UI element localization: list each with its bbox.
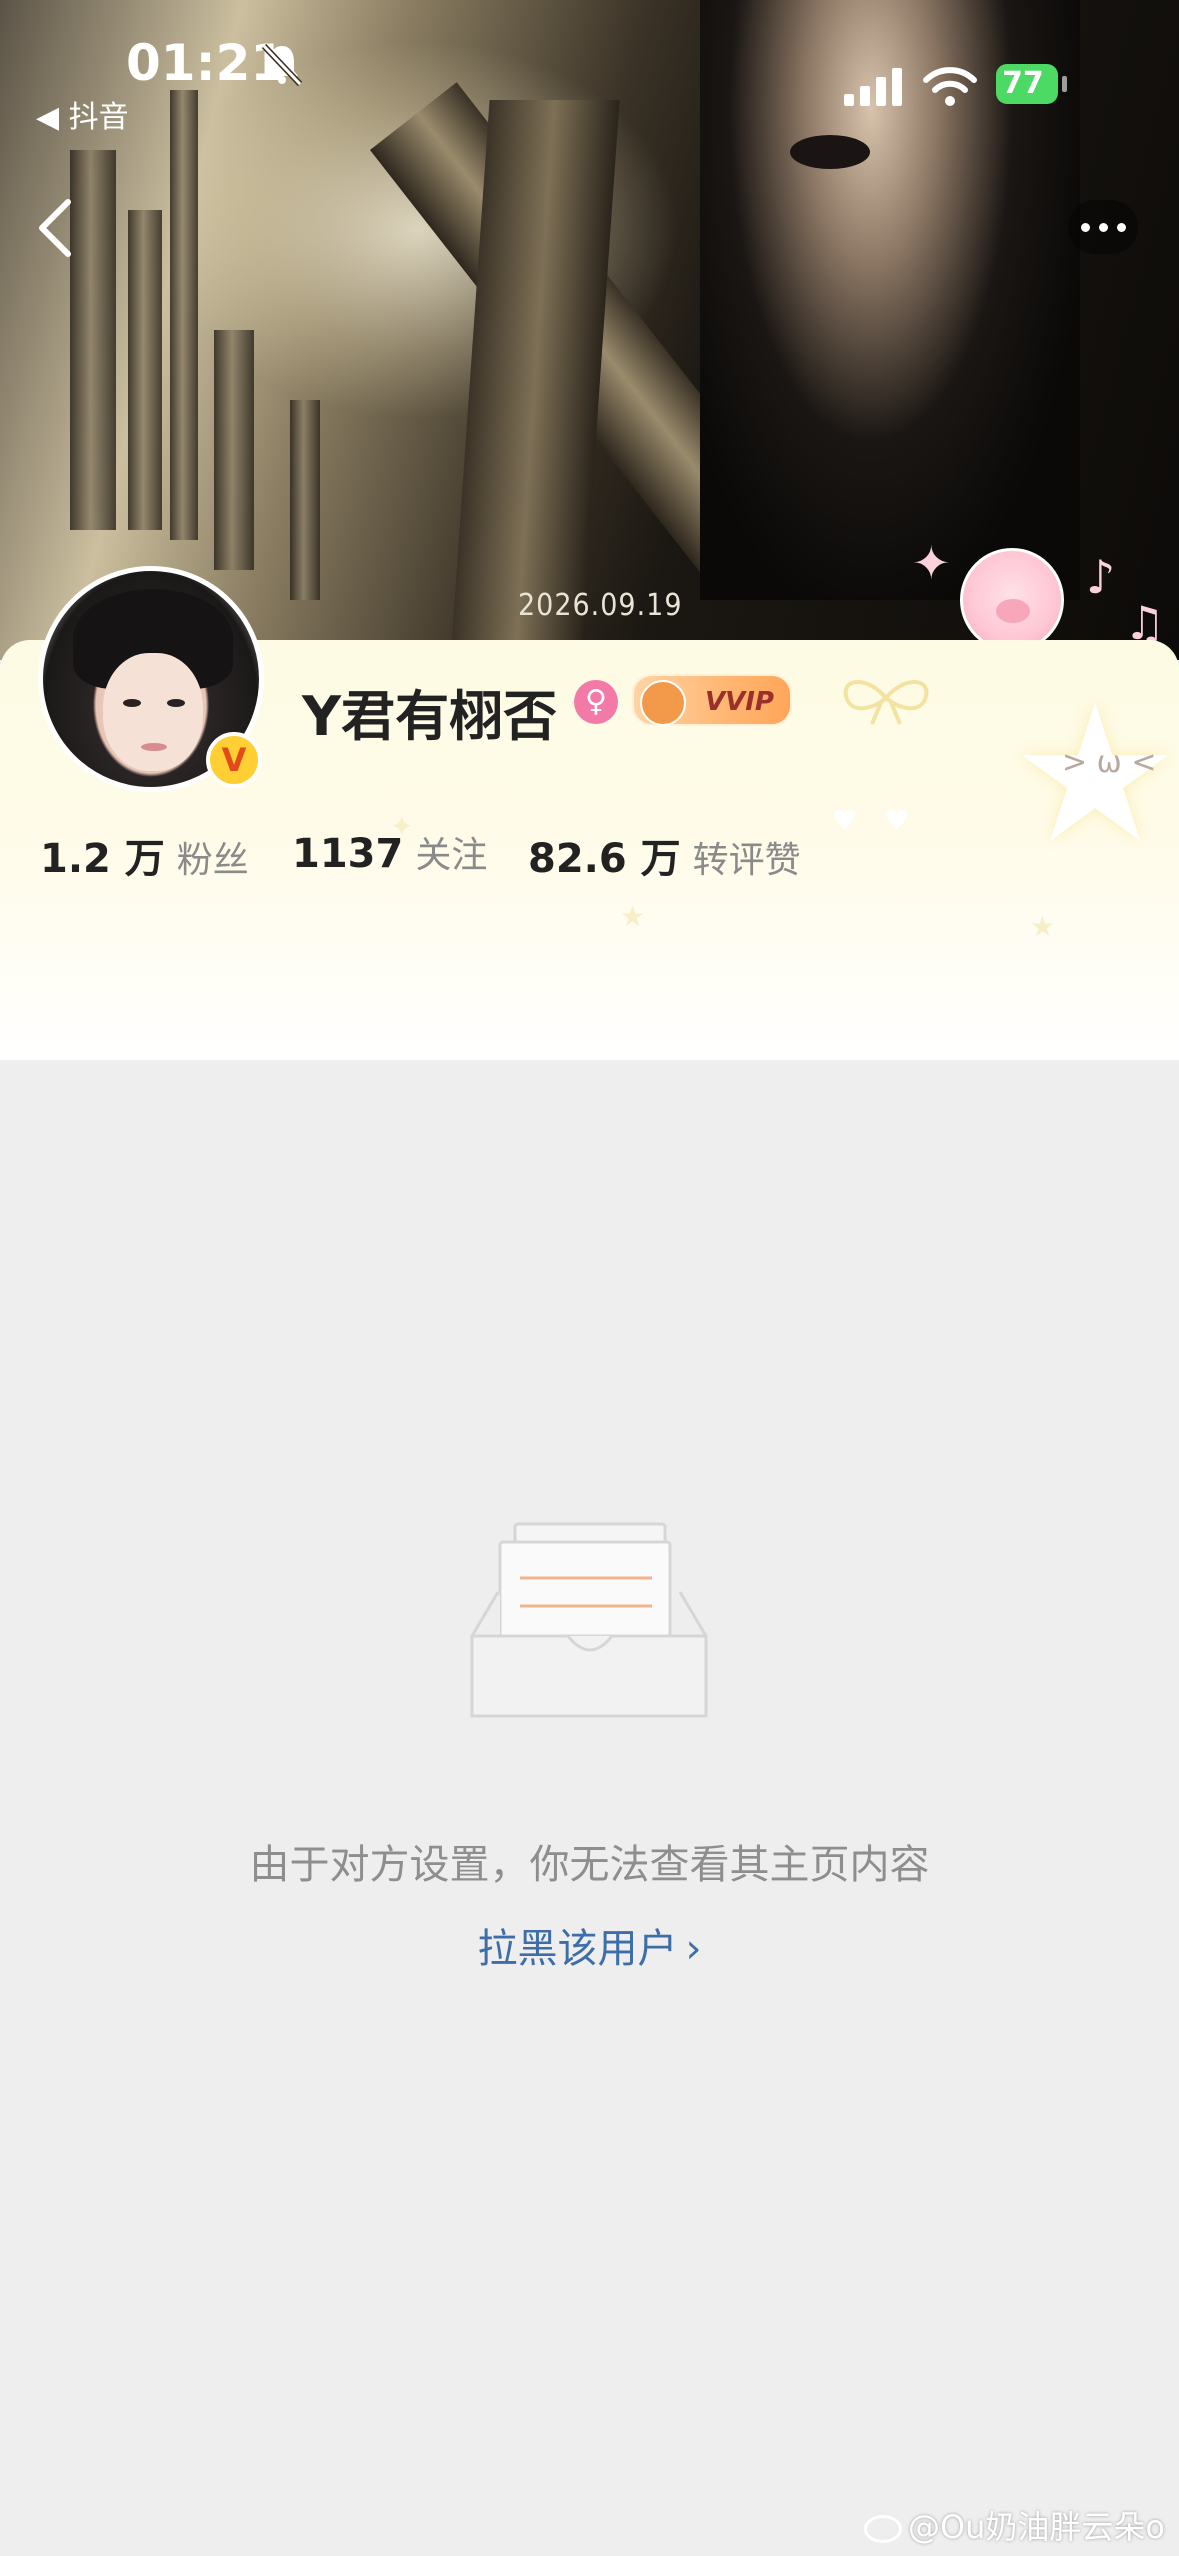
empty-box-icon <box>470 1522 708 1718</box>
chevron-right-icon: › <box>685 1926 702 1972</box>
more-icon[interactable] <box>1068 200 1138 254</box>
star-face: > ω < <box>1062 745 1157 780</box>
stat-value: 1.2 万 <box>40 836 165 882</box>
vvip-mascot-icon <box>640 680 686 726</box>
weibo-icon <box>863 2515 902 2543</box>
bell-off-icon <box>261 43 303 87</box>
avatar-face <box>103 653 203 771</box>
block-user-link[interactable]: 拉黑该用户 › <box>0 1916 1179 1974</box>
avatar-mouth <box>141 743 167 751</box>
female-icon: ♀ <box>574 680 618 724</box>
stat-followers[interactable]: 1.2 万粉丝 <box>40 826 249 884</box>
cover-date: 2026.09.19 <box>518 588 683 623</box>
verified-icon: V <box>206 732 262 788</box>
stat-label: 关注 <box>415 835 488 876</box>
stat-label: 转评赞 <box>692 840 801 881</box>
cover-lips <box>790 135 870 169</box>
heart-decoration-icon: ♥ <box>884 804 910 837</box>
restricted-message: 由于对方设置，你无法查看其主页内容 <box>249 1842 930 1888</box>
heart-decoration-icon: ♥ <box>832 804 858 837</box>
watermark: @Ou奶油胖云朵o <box>863 2502 1165 2548</box>
back-to-app-link[interactable]: ◀ 抖音 <box>36 92 129 136</box>
back-chevron-icon[interactable] <box>30 196 80 260</box>
more-dot <box>1081 223 1090 232</box>
avatar-eye <box>167 699 185 707</box>
pig-snout <box>996 599 1030 623</box>
wifi-icon <box>923 67 977 106</box>
sparkle-dot-icon: ★ <box>1030 910 1056 943</box>
stat-following[interactable]: 1137 关注 <box>292 826 487 878</box>
pig-sticker-icon <box>960 548 1064 652</box>
profile-username: Y君有栩否 <box>302 685 558 748</box>
more-dot <box>1117 223 1126 232</box>
block-user-label: 拉黑该用户 <box>477 1926 678 1972</box>
cover-tower <box>290 400 320 600</box>
battery-tip <box>1062 76 1067 92</box>
avatar-eye <box>123 699 141 707</box>
sparkle-dot-icon: ★ <box>620 900 646 933</box>
cover-tower <box>170 90 198 540</box>
stat-value: 82.6 万 <box>528 836 681 882</box>
signal-icon <box>844 68 902 106</box>
stat-label: 粉丝 <box>176 840 249 881</box>
stat-value: 1137 <box>292 831 404 877</box>
watermark-text: @Ou奶油胖云朵o <box>907 2508 1165 2546</box>
bow-decoration-icon <box>843 680 929 725</box>
stat-likes[interactable]: 82.6 万转评赞 <box>528 826 801 884</box>
battery-indicator: 77 <box>996 64 1058 104</box>
music-note-icon: ♪ <box>1086 550 1116 604</box>
cover-tower <box>214 330 254 570</box>
cover-tower <box>128 210 162 530</box>
more-dot <box>1099 223 1108 232</box>
sparkle-icon: ✦ <box>912 536 951 590</box>
